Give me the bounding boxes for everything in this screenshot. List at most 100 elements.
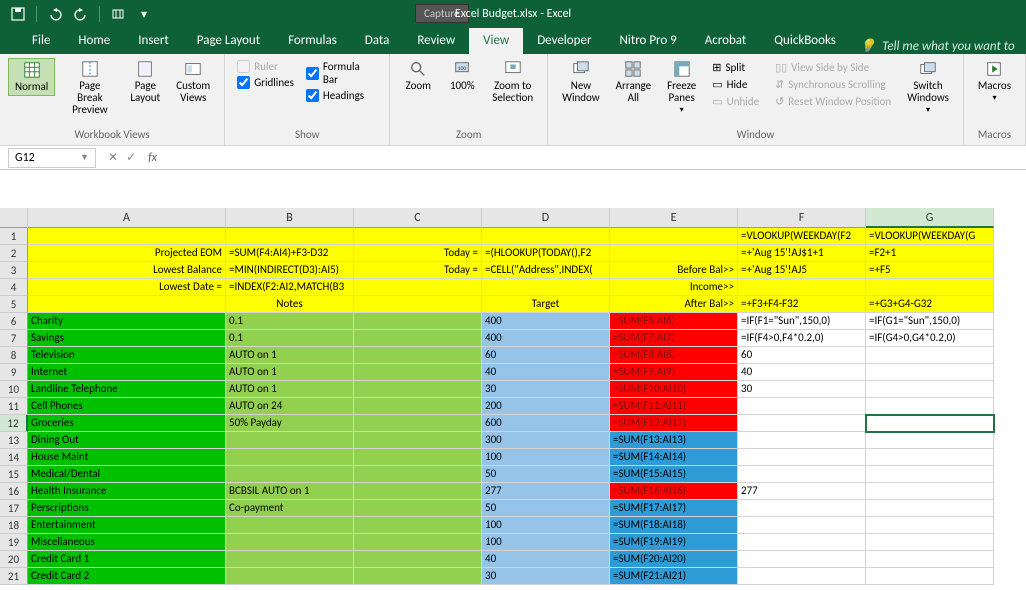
cell-E2[interactable]: [610, 245, 738, 262]
cell-G13[interactable]: [866, 432, 994, 449]
cell-G6[interactable]: =IF(G1="Sun",150,0): [866, 313, 994, 330]
row-header-7[interactable]: 7: [0, 330, 28, 347]
cell-D18[interactable]: 100: [482, 517, 610, 534]
cell-G21[interactable]: [866, 568, 994, 585]
tab-pagelayout[interactable]: Page Layout: [183, 28, 274, 54]
tab-home[interactable]: Home: [64, 28, 124, 54]
cell-A19[interactable]: Miscellaneous: [28, 534, 226, 551]
cell-D5[interactable]: Target: [482, 296, 610, 313]
cell-F17[interactable]: [738, 500, 866, 517]
cell-C16[interactable]: [354, 483, 482, 500]
cell-G4[interactable]: [866, 279, 994, 296]
cell-E12[interactable]: =SUM(F12:AI12): [610, 415, 738, 432]
cell-G14[interactable]: [866, 449, 994, 466]
formula-bar-checkbox[interactable]: Formula Bar: [306, 60, 377, 86]
row-header-16[interactable]: 16: [0, 483, 28, 500]
row-header-1[interactable]: 1: [0, 228, 28, 245]
cell-F1[interactable]: =VLOOKUP(WEEKDAY(F2: [738, 228, 866, 245]
cell-C8[interactable]: [354, 347, 482, 364]
cell-C21[interactable]: [354, 568, 482, 585]
cell-G15[interactable]: [866, 466, 994, 483]
cell-A1[interactable]: [28, 228, 226, 245]
cell-B12[interactable]: 50% Payday: [226, 415, 354, 432]
row-header-14[interactable]: 14: [0, 449, 28, 466]
cell-G11[interactable]: [866, 398, 994, 415]
undo-icon[interactable]: [47, 6, 63, 22]
cell-D4[interactable]: [482, 279, 610, 296]
cell-D14[interactable]: 100: [482, 449, 610, 466]
tab-developer[interactable]: Developer: [523, 28, 605, 54]
custom-views-button[interactable]: Custom Views: [170, 58, 216, 106]
cells-grid[interactable]: =VLOOKUP(WEEKDAY(F2=VLOOKUP(WEEKDAY(GPro…: [28, 228, 994, 585]
cell-D11[interactable]: 200: [482, 398, 610, 415]
cancel-formula-icon[interactable]: ✕: [108, 150, 118, 165]
cell-C12[interactable]: [354, 415, 482, 432]
cell-C15[interactable]: [354, 466, 482, 483]
cell-B21[interactable]: [226, 568, 354, 585]
cell-B4[interactable]: =INDEX(F2:AI2,MATCH(B3: [226, 279, 354, 296]
cell-D6[interactable]: 400: [482, 313, 610, 330]
cell-A9[interactable]: Internet: [28, 364, 226, 381]
cell-F3[interactable]: =+'Aug 15'!AJ5: [738, 262, 866, 279]
cell-G3[interactable]: =+F5: [866, 262, 994, 279]
name-box-dropdown-icon[interactable]: ▼: [80, 152, 89, 163]
cell-F12[interactable]: [738, 415, 866, 432]
cell-E21[interactable]: =SUM(F21:AI21): [610, 568, 738, 585]
cell-B9[interactable]: AUTO on 1: [226, 364, 354, 381]
cell-E14[interactable]: =SUM(F14:AI14): [610, 449, 738, 466]
cell-A15[interactable]: Medical/Dental: [28, 466, 226, 483]
col-header-A[interactable]: A: [28, 208, 226, 228]
cell-F4[interactable]: [738, 279, 866, 296]
cell-D2[interactable]: =(HLOOKUP(TODAY(),F2: [482, 245, 610, 262]
page-break-preview-button[interactable]: Page Break Preview: [59, 58, 120, 118]
row-header-17[interactable]: 17: [0, 500, 28, 517]
cell-B8[interactable]: AUTO on 1: [226, 347, 354, 364]
row-header-2[interactable]: 2: [0, 245, 28, 262]
cell-G17[interactable]: [866, 500, 994, 517]
split-button[interactable]: ⊞Split: [708, 60, 763, 75]
cell-E1[interactable]: [610, 228, 738, 245]
cell-F19[interactable]: [738, 534, 866, 551]
cell-F10[interactable]: 30: [738, 381, 866, 398]
redo-icon[interactable]: [73, 6, 89, 22]
cell-C6[interactable]: [354, 313, 482, 330]
cell-B20[interactable]: [226, 551, 354, 568]
unhide-button[interactable]: ▭Unhide: [708, 94, 763, 109]
cell-E18[interactable]: =SUM(F18:AI18): [610, 517, 738, 534]
cell-D12[interactable]: 600: [482, 415, 610, 432]
cell-E17[interactable]: =SUM(F17:AI17): [610, 500, 738, 517]
tab-review[interactable]: Review: [403, 28, 469, 54]
row-header-18[interactable]: 18: [0, 517, 28, 534]
zoom-to-selection-button[interactable]: Zoom to Selection: [486, 58, 539, 106]
switch-windows-button[interactable]: Switch Windows▾: [901, 58, 955, 117]
cell-E10[interactable]: =SUM(F10:AI10): [610, 381, 738, 398]
cell-G8[interactable]: [866, 347, 994, 364]
cell-F11[interactable]: [738, 398, 866, 415]
normal-view-button[interactable]: Normal: [8, 58, 55, 96]
row-header-3[interactable]: 3: [0, 262, 28, 279]
cell-D10[interactable]: 30: [482, 381, 610, 398]
zoom-100-button[interactable]: 100100%: [442, 58, 482, 94]
cell-A10[interactable]: Landline Telephone: [28, 381, 226, 398]
cell-C1[interactable]: [354, 228, 482, 245]
cell-F14[interactable]: [738, 449, 866, 466]
new-window-button[interactable]: New Window: [556, 58, 606, 106]
cell-B15[interactable]: [226, 466, 354, 483]
cell-A7[interactable]: Savings: [28, 330, 226, 347]
cell-F2[interactable]: =+'Aug 15'!AJ$1+1: [738, 245, 866, 262]
row-header-4[interactable]: 4: [0, 279, 28, 296]
cell-D1[interactable]: [482, 228, 610, 245]
cell-B6[interactable]: 0.1: [226, 313, 354, 330]
row-header-6[interactable]: 6: [0, 313, 28, 330]
row-header-8[interactable]: 8: [0, 347, 28, 364]
col-header-E[interactable]: E: [610, 208, 738, 228]
cell-E6[interactable]: =SUM(F6:AI6): [610, 313, 738, 330]
row-header-19[interactable]: 19: [0, 534, 28, 551]
cell-E16[interactable]: =SUM(F16:AI16): [610, 483, 738, 500]
select-all-corner[interactable]: [0, 208, 28, 228]
cell-E9[interactable]: =SUM(F9:AI9): [610, 364, 738, 381]
cell-B11[interactable]: AUTO on 24: [226, 398, 354, 415]
page-layout-button[interactable]: Page Layout: [124, 58, 166, 106]
cell-G9[interactable]: [866, 364, 994, 381]
cell-D15[interactable]: 50: [482, 466, 610, 483]
